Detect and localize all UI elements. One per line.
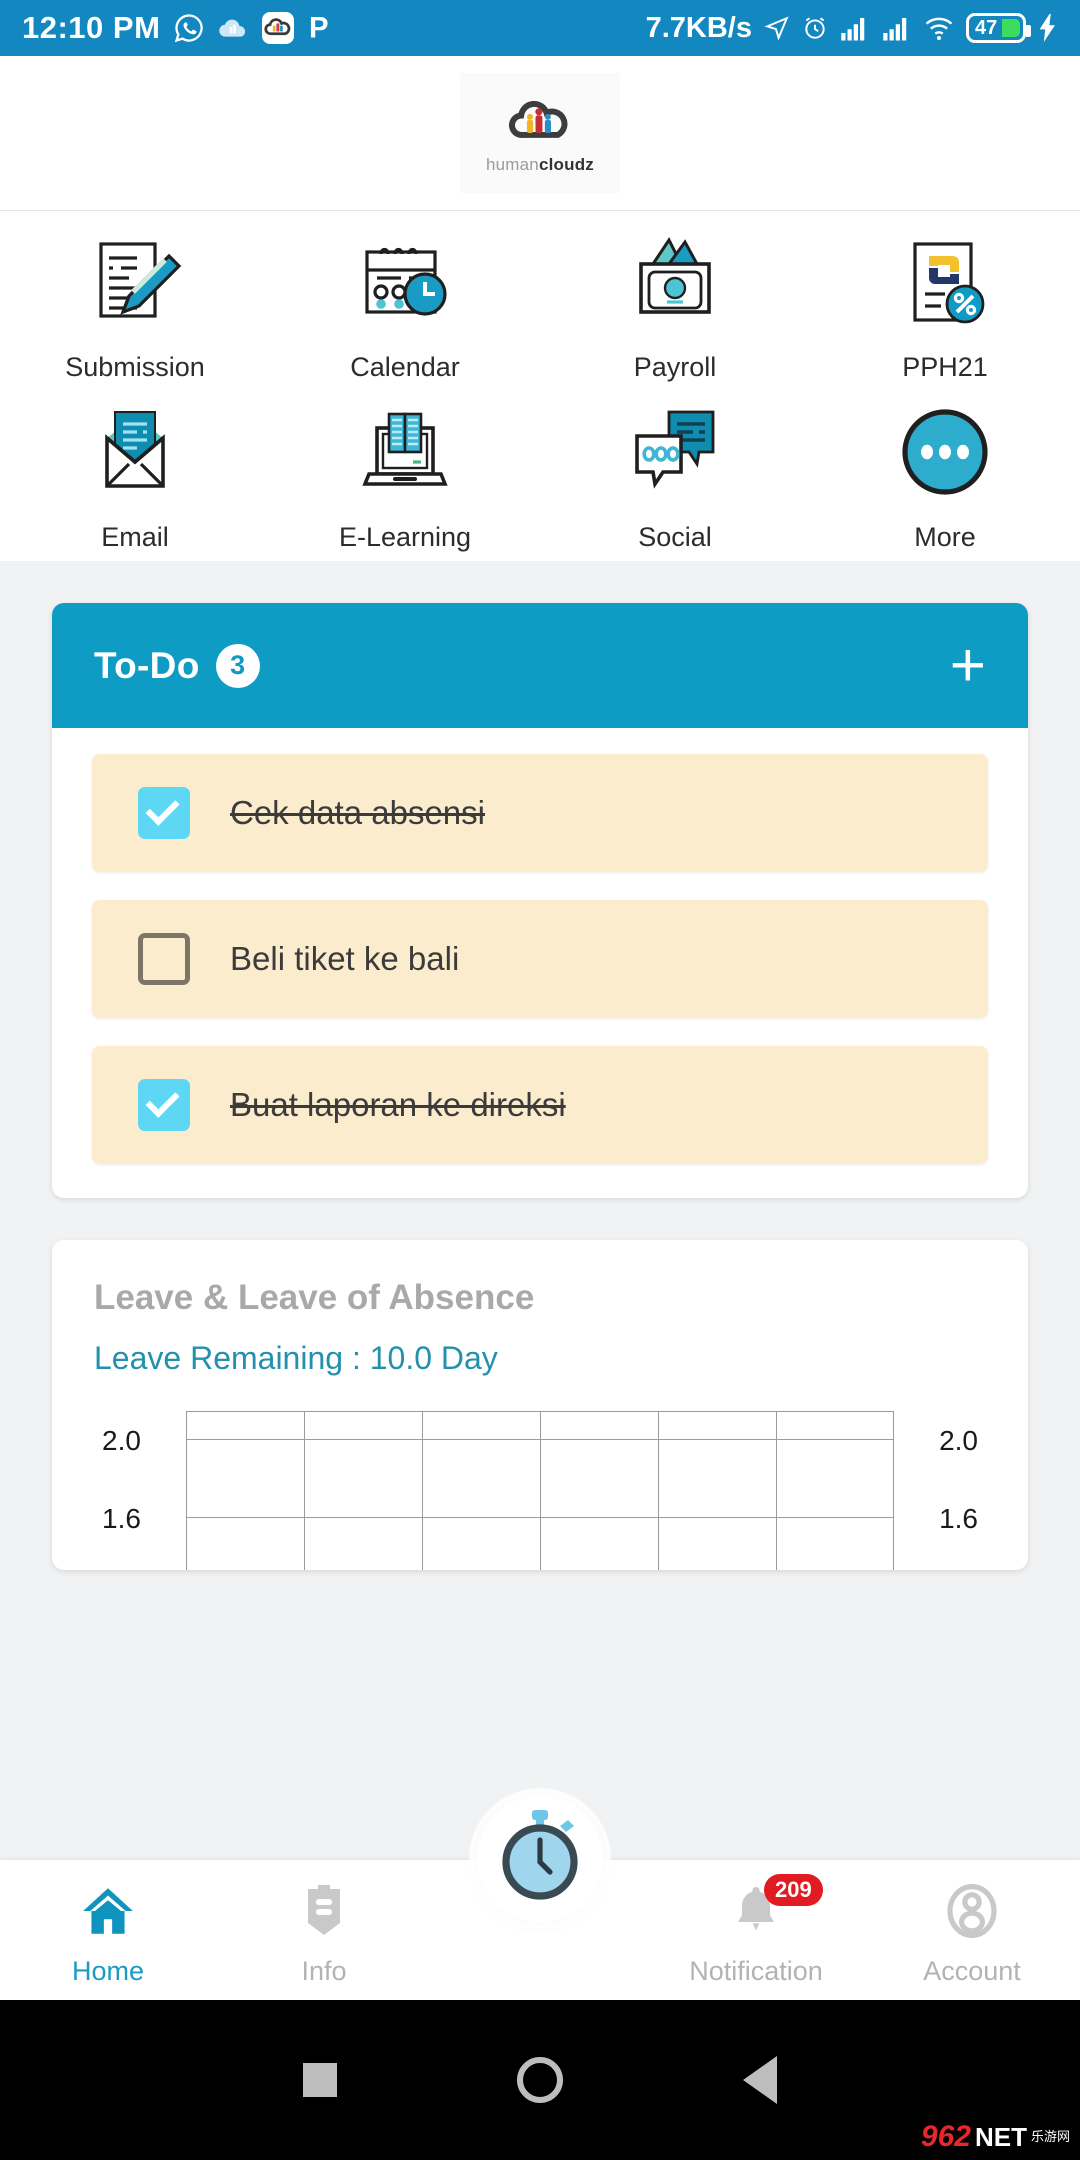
- cloud-people-logo: [502, 92, 578, 153]
- circle-home-icon[interactable]: [517, 2057, 563, 2103]
- menu-label: Submission: [65, 352, 205, 382]
- app-header: humancloudz: [0, 56, 1080, 211]
- p-app-icon: P: [308, 12, 334, 44]
- nav-label: Account: [923, 1956, 1021, 1986]
- tax-document-percent-icon: [890, 229, 1000, 334]
- square-recents-icon[interactable]: [303, 2063, 337, 2097]
- cloud-icon: [218, 16, 248, 40]
- location-arrow-icon: [764, 15, 790, 41]
- todo-item[interactable]: Cek data absensi: [92, 754, 988, 872]
- y-axis-tick-right: 2.0: [939, 1425, 978, 1456]
- battery-level: 47: [975, 16, 998, 39]
- menu-label: Payroll: [633, 352, 717, 382]
- menu-label: E-Learning: [338, 522, 472, 552]
- todo-title: To-Do: [94, 644, 200, 686]
- nav-item-account[interactable]: Account: [864, 1880, 1080, 1987]
- todo-item[interactable]: Buat laporan ke direksi: [92, 1046, 988, 1164]
- triangle-back-icon[interactable]: [743, 2056, 777, 2104]
- humancloudz-app-icon: [262, 12, 295, 44]
- whatsapp-icon: [174, 13, 204, 43]
- watermark-net: NET: [974, 2121, 1027, 2152]
- network-speed: 7.7KB/s: [645, 11, 752, 44]
- menu-item-more[interactable]: More: [810, 391, 1080, 561]
- document-pencil-icon: [80, 229, 190, 334]
- laptop-books-icon: [350, 399, 460, 504]
- checkbox-unchecked-icon[interactable]: [138, 933, 190, 985]
- menu-label: Email: [101, 522, 169, 552]
- y-axis-tick-left: 2.0: [102, 1425, 141, 1456]
- leave-chart: 2.0 1.6 2.0 1.6: [94, 1411, 986, 1570]
- todo-item-label: Cek data absensi: [230, 794, 485, 831]
- menu-grid: Submission Calendar Payroll PPH21 Email …: [0, 211, 1080, 561]
- notification-badge: 209: [764, 1874, 823, 1906]
- menu-label: More: [914, 522, 976, 552]
- watermark: 962 NET 乐游网: [921, 2120, 1070, 2154]
- battery-icon: 47: [966, 13, 1031, 43]
- app-logo: humancloudz: [460, 73, 620, 193]
- nav-label: Info: [301, 1956, 347, 1986]
- todo-count-badge: 3: [215, 643, 260, 688]
- y-axis-tick-right: 1.6: [939, 1503, 978, 1534]
- todo-card: To-Do 3 + Cek data absensi Beli tiket ke…: [52, 603, 1028, 1198]
- signal-bars-2-icon: [882, 15, 912, 41]
- stopwatch-icon: [494, 1808, 586, 1911]
- leave-remaining: Leave Remaining : 10.0 Day: [94, 1340, 498, 1376]
- logo-text-human: human: [485, 154, 539, 174]
- leave-card: Leave & Leave of Absence Leave Remaining…: [52, 1240, 1028, 1570]
- add-todo-button[interactable]: +: [950, 634, 986, 697]
- menu-item-calendar[interactable]: Calendar: [270, 221, 540, 391]
- svg-text:P: P: [309, 12, 329, 44]
- todo-item[interactable]: Beli tiket ke bali: [92, 900, 988, 1018]
- status-bar: 12:10 PM P 7.7KB/s 47: [0, 0, 1080, 56]
- menu-item-submission[interactable]: Submission: [0, 221, 270, 391]
- home-icon: [79, 1880, 137, 1942]
- system-nav-bar: 962 NET 乐游网: [0, 2000, 1080, 2160]
- chat-bubbles-icon: [620, 399, 730, 504]
- y-axis-tick-left: 1.6: [102, 1503, 141, 1534]
- more-dots-circle-icon: [890, 399, 1000, 504]
- checkbox-checked-icon[interactable]: [138, 1079, 190, 1131]
- chart-gridlines: [186, 1411, 894, 1570]
- nav-item-notification[interactable]: 209 Notification: [648, 1874, 864, 1987]
- status-bar-left: 12:10 PM P: [22, 10, 334, 46]
- menu-item-pph21[interactable]: PPH21: [810, 221, 1080, 391]
- logo-text-cloudz: cloudz: [538, 154, 594, 174]
- stopwatch-fab-button[interactable]: [477, 1796, 603, 1922]
- cash-money-icon: [620, 229, 730, 334]
- alarm-icon: [802, 15, 828, 41]
- leave-title: Leave & Leave of Absence: [94, 1278, 535, 1317]
- charging-bolt-icon: [1038, 14, 1058, 42]
- menu-label: PPH21: [902, 352, 988, 382]
- status-time: 12:10 PM: [22, 10, 161, 45]
- account-user-icon: [945, 1880, 999, 1942]
- menu-label: Calendar: [350, 352, 460, 382]
- open-envelope-icon: [80, 399, 190, 504]
- logo-wordmark: humancloudz: [486, 155, 594, 175]
- menu-item-social[interactable]: Social: [540, 391, 810, 561]
- nav-label: Notification: [689, 1956, 823, 1986]
- signal-bars-icon: [840, 15, 870, 41]
- watermark-cn: 乐游网: [1030, 2129, 1070, 2145]
- menu-item-email[interactable]: Email: [0, 391, 270, 561]
- nav-item-home[interactable]: Home: [0, 1880, 216, 1987]
- checkbox-checked-icon[interactable]: [138, 787, 190, 839]
- todo-list: Cek data absensi Beli tiket ke bali Buat…: [52, 728, 1028, 1198]
- menu-label: Social: [638, 522, 712, 552]
- todo-item-label: Beli tiket ke bali: [230, 940, 460, 977]
- menu-item-payroll[interactable]: Payroll: [540, 221, 810, 391]
- nav-item-info[interactable]: Info: [216, 1880, 432, 1987]
- calendar-clock-icon: [350, 229, 460, 334]
- nav-label: Home: [71, 1956, 145, 1986]
- todo-header: To-Do 3 +: [52, 603, 1028, 728]
- status-bar-right: 7.7KB/s 47: [646, 12, 1058, 45]
- info-mail-icon: [298, 1880, 350, 1942]
- todo-item-label: Buat laporan ke direksi: [230, 1086, 566, 1123]
- app-screen: 12:10 PM P 7.7KB/s 47 humancloudz Submis…: [0, 0, 1080, 2160]
- menu-item-elearning[interactable]: E-Learning: [270, 391, 540, 561]
- content-area: To-Do 3 + Cek data absensi Beli tiket ke…: [0, 561, 1080, 1900]
- watermark-brand: 962: [920, 2120, 971, 2153]
- wifi-icon: [924, 15, 954, 41]
